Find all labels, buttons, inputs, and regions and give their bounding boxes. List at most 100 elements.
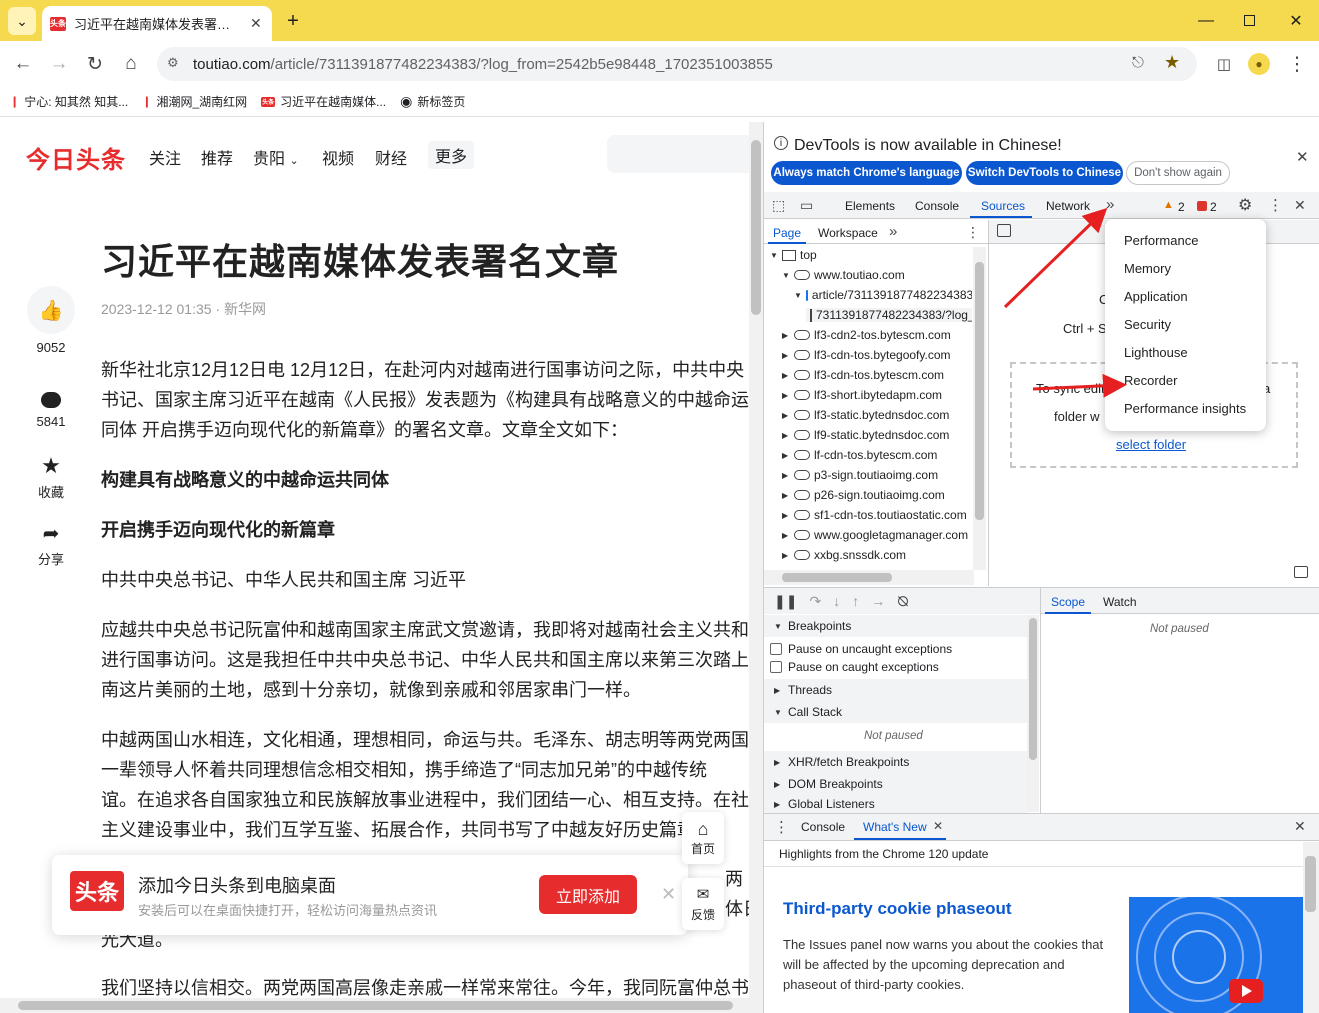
error-icon[interactable] [1197,201,1207,211]
collapsed-triangle-icon[interactable]: ▶ [782,391,790,400]
pause-caught-option[interactable]: Pause on caught exceptions [770,660,939,674]
global-listeners-section[interactable]: ▶ Global Listeners [764,795,1028,813]
scrollbar-thumb[interactable] [1305,856,1316,912]
collapsed-triangle-icon[interactable]: ▶ [782,491,790,500]
maximize-button[interactable] [1226,0,1272,41]
deactivate-breakpoints-icon[interactable]: ⦰ [897,593,908,610]
tree-item[interactable]: ▶ lf9-static.bytednsdoc.com [782,428,949,442]
tree-item[interactable]: ▶ p26-sign.toutiaoimg.com [782,488,945,502]
site-logo[interactable]: 今日头条 [26,140,126,175]
browser-tab[interactable]: 头条 习近平在越南媒体发表署名文章 ✕ [42,6,272,41]
call-stack-section[interactable]: ▼ Call Stack [764,701,1028,723]
site-search-input[interactable] [607,135,749,173]
expanded-triangle-icon[interactable]: ▼ [794,291,802,300]
minimize-button[interactable]: — [1183,0,1229,41]
scrollbar-thumb[interactable] [1029,618,1037,760]
tree-item[interactable]: ▶ lf3-cdn-tos.bytegoofy.com [782,348,951,362]
favorite-button[interactable]: ★ 收藏 [27,455,75,501]
tree-item[interactable]: ▶ lf-cdn-tos.bytescm.com [782,448,937,462]
tree-item[interactable]: ▶ lf3-static.bytednsdoc.com [782,408,949,422]
threads-section[interactable]: ▶ Threads [764,679,1028,701]
close-window-button[interactable]: ✕ [1273,0,1319,41]
checkbox[interactable] [770,643,782,655]
bookmark-item[interactable]: 头条 习近平在越南媒体... [261,93,386,110]
collapsed-triangle-icon[interactable]: ▶ [782,371,790,380]
back-button[interactable]: ← [8,50,38,78]
kebab-menu-icon[interactable]: ⋮ [966,224,980,241]
nav-more[interactable]: 更多 [428,141,474,169]
new-tab-button[interactable]: + [279,7,307,35]
drawer-menu-icon[interactable]: ⋮ [774,818,789,836]
tree-item[interactable]: ▼ top [770,248,817,262]
tab-search-button[interactable]: ⌄ [8,7,36,35]
scrollbar-thumb[interactable] [975,262,984,520]
chrome-menu-button[interactable]: ⋮ [1282,50,1312,78]
pause-icon[interactable]: ❚❚ [774,593,797,610]
device-toolbar-icon[interactable]: ▭ [800,197,813,214]
drawer-tab-console[interactable]: Console [801,820,845,834]
scrollbar-thumb[interactable] [18,1001,733,1010]
bookmark-item[interactable]: ◉ 新标签页 [400,93,465,110]
collapsed-triangle-icon[interactable]: ▶ [782,411,790,420]
collapsed-triangle-icon[interactable]: ▶ [782,331,790,340]
settings-gear-icon[interactable]: ⚙ [1238,195,1252,215]
address-bar[interactable]: ⚙ toutiao.com/article/731139187748223438… [157,47,1197,81]
drawer-tab-whats-new[interactable]: What's New [863,820,927,834]
menu-item-performance-insights[interactable]: Performance insights [1124,401,1246,416]
bookmark-item[interactable]: ❙ 宁心: 知其然 知其... [10,93,128,110]
tree-item[interactable]: ▶ lf3-cdn-tos.bytescm.com [782,368,944,382]
checkbox[interactable] [770,661,782,673]
tree-item[interactable]: ▼ www.toutiao.com [782,268,905,282]
comment-button[interactable]: 5841 [27,392,75,429]
collapsed-triangle-icon[interactable]: ▶ [782,351,790,360]
inspect-element-icon[interactable]: ⬚ [772,197,785,214]
collapsed-triangle-icon[interactable]: ▶ [782,511,790,520]
tree-item[interactable]: ▶ sf1-cdn-tos.toutiaostatic.com [782,508,967,522]
add-now-button[interactable]: 立即添加 [539,875,637,914]
tab-watch[interactable]: Watch [1103,595,1137,609]
profile-avatar[interactable]: ● [1248,53,1270,75]
close-icon[interactable]: ✕ [1296,148,1309,166]
bookmark-item[interactable]: ❙ 湘潮网_湖南红网 [142,93,247,110]
tab-elements[interactable]: Elements [845,199,895,213]
nav-video[interactable]: 视频 [322,145,354,169]
collapsed-triangle-icon[interactable]: ▶ [782,431,790,440]
collapsed-triangle-icon[interactable]: ▶ [782,531,790,540]
nav-follow[interactable]: 关注 [149,145,181,169]
kebab-menu-icon[interactable]: ⋮ [1268,196,1283,214]
tree-item[interactable]: 7311391877482234383/?log_from= [806,308,972,322]
nav-finance[interactable]: 财经 [375,145,407,169]
menu-item-performance[interactable]: Performance [1124,233,1198,248]
tree-item[interactable]: ▶ www.googletagmanager.com [782,528,968,542]
collapsed-triangle-icon[interactable]: ▶ [782,471,790,480]
xhr-breakpoints-section[interactable]: ▶ XHR/fetch Breakpoints [764,751,1028,773]
more-subtabs-icon[interactable]: » [889,223,897,240]
like-button[interactable]: 👍 9052 [27,286,75,355]
breakpoints-section[interactable]: ▼ Breakpoints [764,615,1028,637]
collapsed-triangle-icon[interactable]: ▶ [782,551,790,560]
warning-count[interactable]: 2 [1178,200,1185,214]
subtab-workspace[interactable]: Workspace [818,226,878,240]
whats-new-headline[interactable]: Third-party cookie phaseout [783,899,1012,919]
reload-button[interactable]: ↻ [80,50,110,78]
switch-chinese-button[interactable]: Switch DevTools to Chinese [966,161,1123,185]
nav-recommend[interactable]: 推荐 [201,145,233,169]
pause-uncaught-option[interactable]: Pause on uncaught exceptions [770,642,952,656]
share-button[interactable]: ➦ 分享 [27,523,75,568]
scrollbar-thumb[interactable] [751,140,761,315]
close-devtools-icon[interactable]: ✕ [1294,197,1306,214]
tree-item[interactable]: ▶ lf3-short.ibytedapm.com [782,388,942,402]
nav-city[interactable]: 贵阳 ⌄ [253,145,299,169]
feedback-float-button[interactable]: ✉ 反馈 [682,878,724,930]
forward-button[interactable]: → [44,50,74,78]
step-out-icon[interactable]: ↑ [852,593,859,609]
step-over-icon[interactable]: ↷ [809,593,821,610]
dom-breakpoints-section[interactable]: ▶ DOM Breakpoints [764,773,1028,795]
select-folder-link[interactable]: select folder [1116,437,1186,452]
step-into-icon[interactable]: ↓ [833,593,840,609]
subtab-page[interactable]: Page [773,226,801,240]
expanded-triangle-icon[interactable]: ▼ [770,251,778,260]
error-count[interactable]: 2 [1210,200,1217,214]
tab-scope[interactable]: Scope [1051,595,1085,609]
step-icon[interactable]: → [871,593,885,609]
